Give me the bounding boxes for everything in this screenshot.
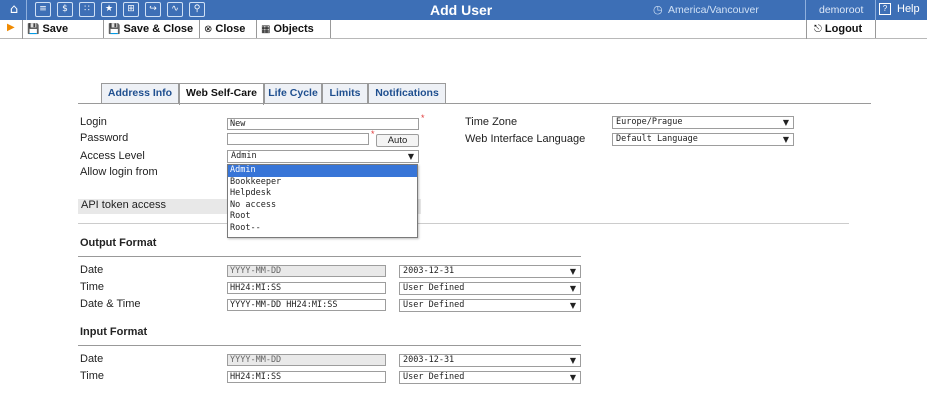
tab-web-self-care[interactable]: Web Self-Care <box>179 83 264 105</box>
output-date-label: Date <box>80 264 104 276</box>
floppy-icon: 💾 <box>108 24 121 35</box>
access-option-helpdesk[interactable]: Helpdesk <box>228 188 417 200</box>
separator <box>78 256 581 257</box>
dropdown-arrow-icon: ▼ <box>407 152 414 161</box>
output-time-label: Time <box>80 281 105 293</box>
input-format-heading: Input Format <box>80 326 148 338</box>
export-icon[interactable]: ↪ <box>145 2 161 17</box>
auto-password-button[interactable]: Auto <box>376 134 419 147</box>
output-datetime-select[interactable]: User Defined ▼ <box>399 299 581 312</box>
play-arrow-icon: ▶ <box>7 22 15 33</box>
input-date-select[interactable]: 2003-12-31 ▼ <box>399 354 581 367</box>
close-button[interactable]: ⊗ Close <box>200 20 257 38</box>
home-icon[interactable]: ⌂ <box>6 2 22 17</box>
password-field[interactable] <box>227 133 369 145</box>
access-level-dropdown-list: Admin Bookkeeper Helpdesk No access Root… <box>227 164 418 238</box>
output-time-field[interactable]: HH24:MI:SS <box>227 282 386 294</box>
input-time-label: Time <box>80 370 105 382</box>
language-select[interactable]: Default Language ▼ <box>612 133 794 146</box>
output-time-select[interactable]: User Defined ▼ <box>399 282 581 295</box>
login-field[interactable]: New <box>227 118 419 130</box>
dropdown-arrow-icon: ▼ <box>569 267 576 276</box>
save-button[interactable]: 💾 Save <box>23 20 104 38</box>
separator <box>78 223 849 224</box>
api-token-label: API token access <box>81 199 166 211</box>
dropdown-arrow-icon: ▼ <box>569 373 576 382</box>
access-option-root-dash[interactable]: Root-- <box>228 223 417 235</box>
divider <box>805 0 806 20</box>
output-format-heading: Output Format <box>80 237 157 249</box>
timezone-link[interactable]: America/Vancouver <box>668 4 759 16</box>
dropdown-arrow-icon: ▼ <box>569 284 576 293</box>
save-close-button[interactable]: 💾 Save & Close <box>104 20 200 38</box>
dropdown-arrow-icon: ▼ <box>569 356 576 365</box>
floppy-icon: 💾 <box>27 24 40 35</box>
dropdown-arrow-icon: ▼ <box>782 135 789 144</box>
dropdown-arrow-icon: ▼ <box>782 118 789 127</box>
chart-icon[interactable]: ∿ <box>167 2 183 17</box>
objects-button[interactable]: ▦ Objects <box>257 20 331 38</box>
access-option-admin[interactable]: Admin <box>228 165 417 177</box>
divider <box>26 0 27 20</box>
allow-login-label: Allow login from <box>80 166 158 178</box>
help-icon[interactable]: ? <box>879 3 891 15</box>
input-time-field[interactable]: HH24:MI:SS <box>227 371 386 383</box>
time-zone-select[interactable]: Europe/Prague ▼ <box>612 116 794 129</box>
access-option-root[interactable]: Root <box>228 211 417 223</box>
page-title: Add User <box>430 2 493 18</box>
access-option-bookkeeper[interactable]: Bookkeeper <box>228 177 417 189</box>
input-time-select[interactable]: User Defined ▼ <box>399 371 581 384</box>
action-toolbar: ▶ 💾 Save 💾 Save & Close ⊗ Close ▦ Objects ⎋ L… <box>0 20 927 39</box>
tab-underline <box>78 103 871 104</box>
access-level-select[interactable]: Admin ▼ <box>227 150 419 163</box>
clock-icon: ◷ <box>653 3 663 16</box>
password-label: Password <box>80 132 129 144</box>
logout-icon: ⎋ <box>814 24 822 35</box>
close-circle-icon: ⊗ <box>204 24 213 35</box>
list-icon[interactable]: ≡ <box>35 2 51 17</box>
login-label: Login <box>80 116 107 128</box>
required-marker: * <box>421 113 425 123</box>
divider <box>875 0 876 20</box>
help-link[interactable]: Help <box>897 3 920 15</box>
tab-address-info[interactable]: Address Info <box>101 83 179 104</box>
current-user[interactable]: demoroot <box>819 4 863 16</box>
output-datetime-field[interactable]: YYYY-MM-DD HH24:MI:SS <box>227 299 386 311</box>
tab-notifications[interactable]: Notifications <box>368 83 446 104</box>
dropdown-arrow-icon: ▼ <box>569 301 576 310</box>
tab-limits[interactable]: Limits <box>322 83 368 104</box>
output-date-field: YYYY-MM-DD <box>227 265 386 277</box>
grid-icon[interactable]: ∷ <box>79 2 95 17</box>
input-date-label: Date <box>80 353 104 365</box>
objects-icon: ▦ <box>261 24 271 35</box>
input-date-field: YYYY-MM-DD <box>227 354 386 366</box>
network-icon[interactable]: ⊞ <box>123 2 139 17</box>
search-icon[interactable]: ⚲ <box>189 2 205 17</box>
tab-life-cycle[interactable]: Life Cycle <box>264 83 322 104</box>
dollar-icon[interactable]: $ <box>57 2 73 17</box>
time-zone-label: Time Zone <box>465 116 518 128</box>
access-option-no-access[interactable]: No access <box>228 200 417 212</box>
output-datetime-label: Date & Time <box>80 298 141 310</box>
output-date-select[interactable]: 2003-12-31 ▼ <box>399 265 581 278</box>
logout-button[interactable]: ⎋ Logout <box>807 20 876 38</box>
separator <box>78 345 581 346</box>
person-icon[interactable]: ★ <box>101 2 117 17</box>
language-label: Web Interface Language <box>465 133 586 145</box>
required-marker: * <box>371 129 375 139</box>
top-navigation-bar: ⌂ ≡ $ ∷ ★ ⊞ ↪ ∿ ⚲ Add User ◷ America/Van… <box>0 0 927 20</box>
access-level-label: Access Level <box>80 150 145 162</box>
